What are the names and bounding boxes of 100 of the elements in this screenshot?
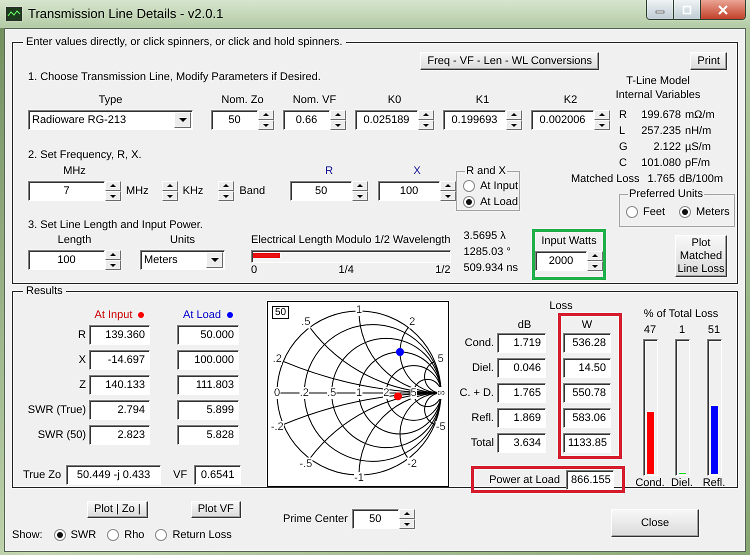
- spinner[interactable]: [586, 251, 603, 271]
- row-label: Z: [78, 378, 87, 392]
- field-label: Matched Loss: [571, 172, 639, 187]
- spinner[interactable]: [105, 250, 121, 270]
- result-field[interactable]: -14.697: [89, 350, 150, 370]
- spinner[interactable]: [440, 181, 456, 201]
- loss-db-field[interactable]: 1.765: [497, 383, 546, 403]
- maximize-button[interactable]: [674, 0, 701, 19]
- result-field[interactable]: 5.828: [177, 425, 239, 445]
- chart-label: 5: [410, 387, 417, 399]
- bar-label: Refl.: [702, 476, 726, 490]
- parameter-field[interactable]: 0.025189: [355, 110, 418, 130]
- frequency-field[interactable]: 7: [28, 181, 105, 201]
- spinner[interactable]: [218, 181, 234, 201]
- spinner[interactable]: [506, 110, 522, 130]
- tick-label: 1/2: [435, 263, 451, 277]
- parameter-field[interactable]: 0.199693: [443, 110, 506, 130]
- row-label: SWR (50): [36, 428, 87, 442]
- loss-watts-field[interactable]: 1133.85: [563, 433, 611, 453]
- reactance-field[interactable]: 100: [378, 181, 440, 201]
- length-field[interactable]: 100: [28, 250, 105, 270]
- variable-value: 257.235: [640, 124, 681, 139]
- prime-center-field[interactable]: 50: [352, 509, 399, 529]
- loss-db-field[interactable]: 1.869: [497, 408, 546, 428]
- tick-label: 1/4: [338, 263, 354, 277]
- variable-name: C: [619, 156, 628, 171]
- variable-value: 101.080: [640, 156, 681, 171]
- chart-label: .2: [272, 352, 282, 365]
- chart-label: -.2: [270, 421, 284, 434]
- unit-label: Band: [239, 184, 266, 198]
- vf-field[interactable]: 0.6541: [194, 465, 242, 485]
- field-label: Type: [98, 93, 122, 107]
- field-label: Length: [58, 233, 92, 247]
- result-field[interactable]: 50.000: [177, 325, 239, 345]
- radio-option[interactable]: At Load: [463, 195, 520, 209]
- field-label: Power at Load: [489, 472, 560, 486]
- unit-label: KHz: [182, 184, 204, 198]
- loss-db-field[interactable]: 0.046: [497, 358, 546, 378]
- result-field[interactable]: 111.803: [177, 375, 239, 395]
- plot-vf-button[interactable]: Plot VF: [190, 501, 241, 518]
- parameter-field[interactable]: 0.002006: [531, 110, 594, 130]
- resistance-field[interactable]: 50: [290, 181, 352, 201]
- column-header: At Load: [183, 308, 221, 322]
- plot-matched-loss-button[interactable]: Plot Matched Line Loss: [675, 235, 727, 277]
- close-button[interactable]: [701, 0, 745, 19]
- electrical-length-reading: 1285.03 °: [464, 245, 512, 260]
- row-label: C. + D.: [458, 386, 495, 400]
- result-field[interactable]: 100.000: [177, 350, 239, 370]
- chart-label: 2: [383, 387, 390, 399]
- minimize-button[interactable]: [647, 0, 674, 19]
- row-label: R: [77, 328, 87, 342]
- conversions-button[interactable]: Freq - VF - Len - WL Conversions: [420, 52, 599, 70]
- variable-name: G: [619, 140, 629, 155]
- spinner[interactable]: [162, 181, 178, 201]
- radio-option[interactable]: Return Loss: [155, 528, 232, 542]
- spinner[interactable]: [330, 110, 346, 130]
- close-icon: [718, 4, 728, 14]
- bar-label: Cond.: [635, 476, 665, 490]
- spinner[interactable]: [258, 110, 274, 130]
- plot-zo-button[interactable]: Plot | Zo |: [87, 501, 148, 518]
- variable-name: R: [619, 108, 628, 123]
- section-title: Loss: [548, 299, 574, 313]
- chart-label: 5: [438, 352, 444, 365]
- radio-option[interactable]: Meters: [679, 205, 730, 219]
- units-dropdown[interactable]: Meters: [140, 250, 225, 270]
- radio-option[interactable]: Rho: [107, 528, 144, 542]
- unit-label: dB/100m: [679, 172, 724, 187]
- input-watts-field[interactable]: 2000: [534, 251, 587, 271]
- print-button[interactable]: Print: [690, 52, 727, 70]
- chart-label: -1: [354, 472, 364, 484]
- loss-db-field[interactable]: 3.634: [497, 433, 546, 453]
- parameter-field[interactable]: 50: [211, 110, 258, 130]
- spinner[interactable]: [594, 110, 610, 130]
- field-label: Electrical Length Modulo 1/2 Wavelength: [251, 233, 451, 247]
- result-field[interactable]: 140.133: [89, 375, 150, 395]
- unit-label: µS/m: [685, 140, 712, 155]
- radio-option[interactable]: SWR: [54, 528, 96, 542]
- result-field[interactable]: 5.899: [177, 400, 239, 420]
- result-field[interactable]: 139.360: [89, 325, 150, 345]
- chart-label: 0: [274, 387, 280, 399]
- true-zo-field[interactable]: 50.449 -j 0.433: [66, 465, 162, 485]
- radio-option[interactable]: Feet: [626, 205, 666, 219]
- result-field[interactable]: 2.794: [89, 400, 150, 420]
- loss-watts-field[interactable]: 550.78: [563, 383, 611, 403]
- loss-watts-field[interactable]: 14.50: [563, 358, 611, 378]
- line-type-dropdown[interactable]: Radioware RG-213: [28, 110, 193, 130]
- field-label: K0: [388, 93, 402, 107]
- result-field[interactable]: 2.823: [89, 425, 150, 445]
- close-dialog-button[interactable]: Close: [611, 509, 699, 537]
- spinner[interactable]: [105, 181, 121, 201]
- spinner[interactable]: [398, 509, 415, 529]
- loss-db-field[interactable]: 1.719: [497, 333, 546, 353]
- loss-watts-field[interactable]: 583.06: [563, 408, 611, 428]
- loss-watts-field[interactable]: 536.28: [563, 333, 611, 353]
- spinner[interactable]: [352, 181, 368, 201]
- radio-option[interactable]: At Input: [463, 179, 520, 193]
- spinner[interactable]: [418, 110, 434, 130]
- parameter-field[interactable]: 0.66: [283, 110, 330, 130]
- field-label: Nom. Zo: [221, 93, 264, 107]
- power-at-load-field[interactable]: 866.155: [566, 470, 614, 490]
